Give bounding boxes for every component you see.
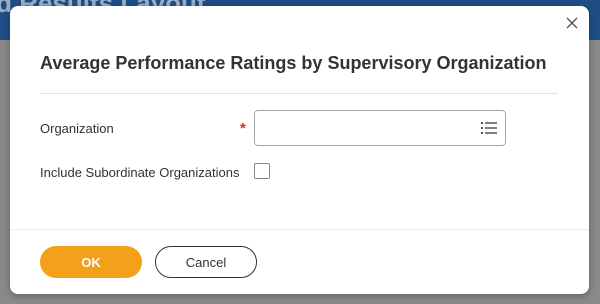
prompt-list-icon[interactable] [481, 121, 497, 135]
prompt-dialog: Average Performance Ratings by Superviso… [10, 6, 589, 294]
dialog-title: Average Performance Ratings by Superviso… [40, 53, 547, 73]
ok-button[interactable]: OK [40, 246, 142, 278]
include-subordinates-checkbox[interactable] [254, 163, 270, 179]
organization-label: Organization [40, 121, 114, 136]
organization-field[interactable] [254, 110, 506, 146]
organization-input[interactable] [255, 111, 465, 145]
close-button[interactable] [563, 14, 581, 32]
cancel-button[interactable]: Cancel [155, 246, 257, 278]
footer-divider [10, 229, 589, 230]
include-subordinates-label: Include Subordinate Organizations [40, 165, 240, 180]
close-icon [566, 17, 578, 29]
required-indicator: * [240, 120, 246, 137]
title-divider [40, 93, 558, 94]
